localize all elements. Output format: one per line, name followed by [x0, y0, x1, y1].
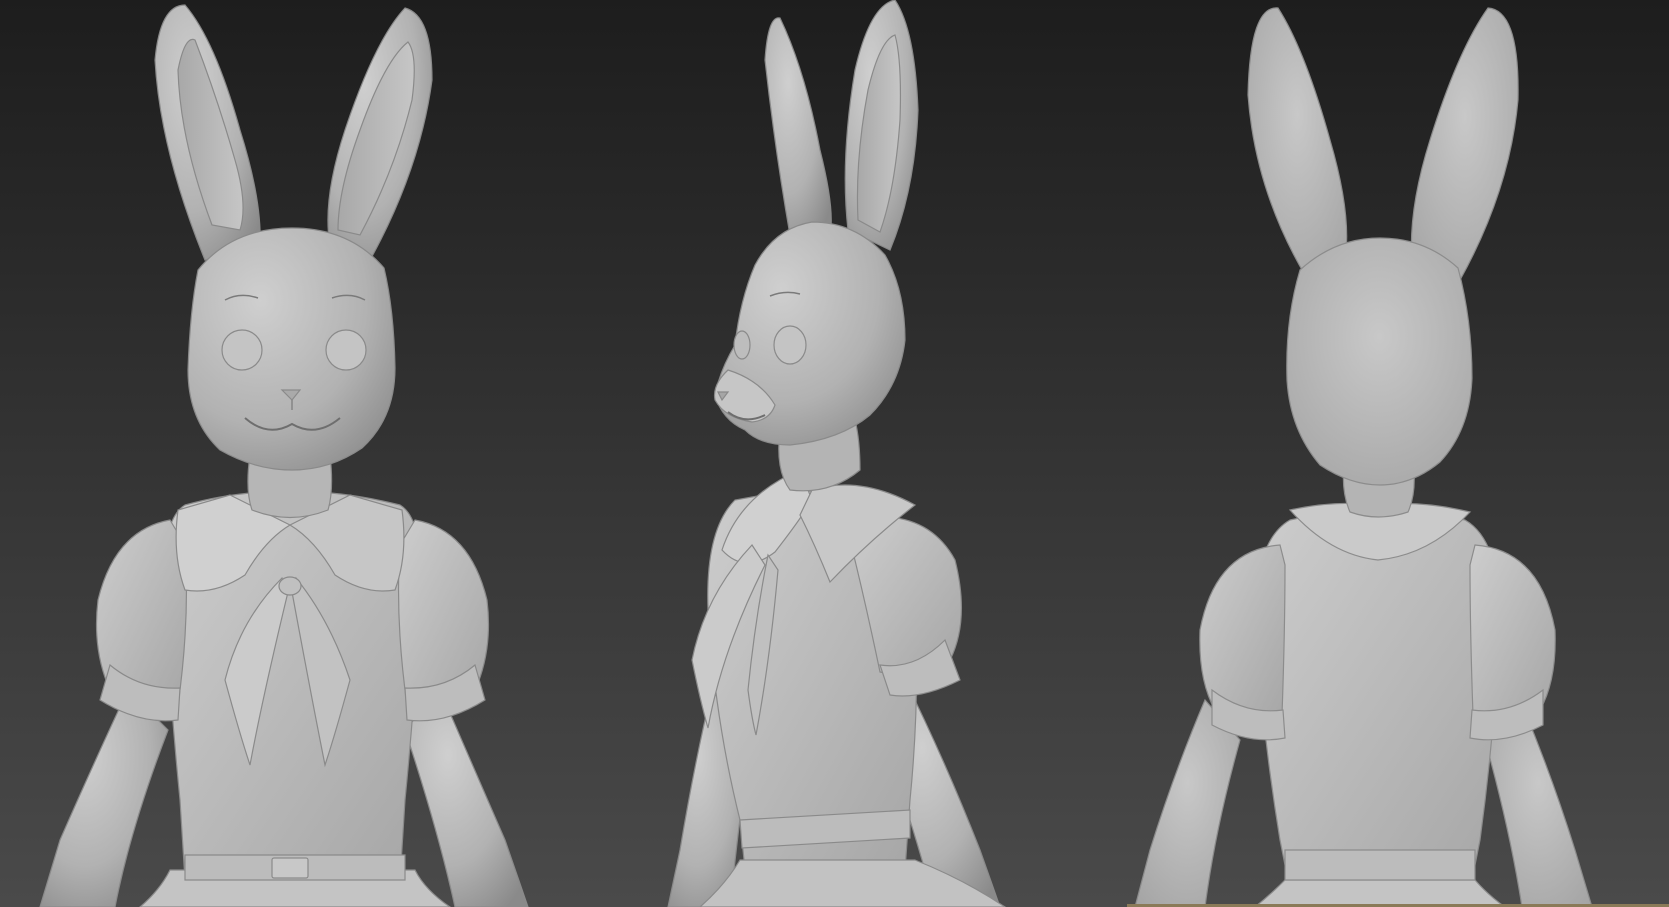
render-viewport [0, 0, 1669, 907]
scene-canvas [0, 0, 1669, 907]
